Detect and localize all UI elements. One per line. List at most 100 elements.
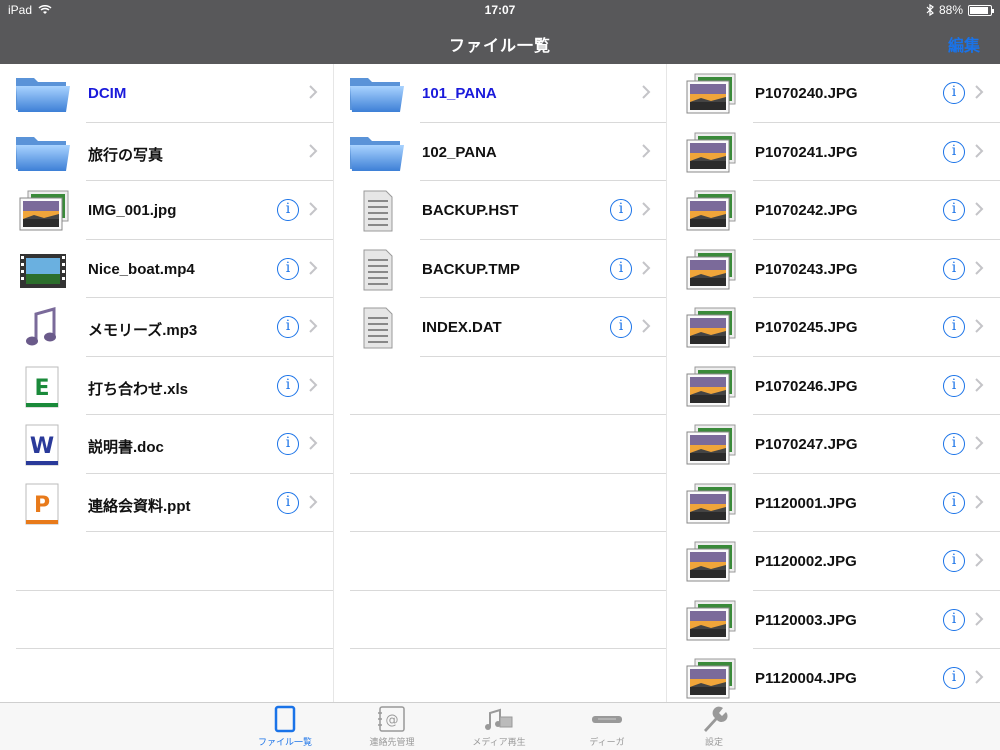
item-label: 101_PANA (422, 85, 497, 102)
item-label: 旅行の写真 (88, 146, 164, 164)
tab-contacts[interactable]: @ 連絡先管理 (347, 705, 437, 750)
tab-label: メディア再生 (472, 737, 526, 747)
info-icon[interactable]: i (943, 316, 965, 338)
list-item[interactable]: 102_PANA (334, 123, 666, 181)
list-item[interactable]: P 連絡会資料.ppt i (0, 474, 333, 532)
chevron-right-icon (974, 83, 984, 101)
item-label: P1070247.JPG (755, 436, 858, 453)
info-icon[interactable]: i (943, 140, 965, 163)
list-item[interactable]: P1070247.JPG i (667, 415, 1000, 474)
item-label: メモリーズ.mp3 (88, 322, 198, 339)
list-item[interactable]: P1070243.JPG i (667, 240, 1000, 298)
empty-row (0, 532, 333, 591)
app-window: iPad 17:07 88% ファイル一覧 編集 DCIM 旅行の写真 IMG_00… (0, 0, 1000, 750)
chevron-right-icon (308, 317, 318, 335)
info-icon[interactable]: i (943, 82, 965, 104)
info-icon[interactable]: i (277, 433, 299, 455)
chevron-right-icon (308, 493, 318, 511)
chevron-right-icon (974, 259, 984, 277)
media-player-icon (485, 708, 513, 730)
tab-media-player[interactable]: メディア再生 (454, 705, 544, 750)
svg-text:@: @ (386, 713, 399, 728)
folder-icon (348, 72, 406, 116)
info-icon[interactable]: i (277, 199, 299, 221)
battery-percent: 88% (938, 3, 963, 17)
list-item[interactable]: P1070245.JPG i (667, 298, 1000, 357)
photo-icon (681, 540, 739, 584)
list-item[interactable]: E 打ち合わせ.xls i (0, 357, 333, 415)
info-icon[interactable]: i (943, 257, 965, 280)
chevron-right-icon (308, 434, 318, 452)
empty-row (334, 415, 666, 474)
list-item[interactable]: W 説明書.doc i (0, 415, 333, 474)
edit-button[interactable]: 編集 (948, 32, 980, 56)
document-icon (348, 248, 406, 292)
list-item[interactable]: DCIM (0, 64, 333, 123)
tab-recorder[interactable]: ディーガ (562, 705, 652, 750)
document-icon (348, 189, 406, 233)
chevron-right-icon (974, 668, 984, 686)
header: iPad 17:07 88% ファイル一覧 編集 (0, 0, 1000, 64)
info-icon[interactable]: i (943, 491, 965, 514)
info-icon[interactable]: i (610, 257, 632, 280)
list-item[interactable]: メモリーズ.mp3 i (0, 298, 333, 357)
list-item[interactable]: BACKUP.HST i (334, 181, 666, 240)
info-icon[interactable]: i (943, 374, 965, 397)
list-item[interactable]: Nice_boat.mp4 i (0, 240, 333, 298)
excel-icon: E (14, 365, 72, 409)
tab-label: 設定 (704, 737, 723, 747)
bluetooth-icon (926, 4, 934, 16)
column-dcim: 101_PANA 102_PANA BACKUP.HST i BACKUP.TMP i IN… (334, 64, 667, 702)
info-icon[interactable]: i (943, 550, 965, 572)
info-icon[interactable]: i (943, 433, 965, 455)
svg-text:E: E (34, 376, 49, 401)
empty-row (0, 591, 333, 649)
info-icon[interactable]: i (610, 199, 632, 221)
chevron-right-icon (641, 83, 651, 101)
info-icon[interactable]: i (943, 199, 965, 221)
folder-icon (14, 72, 72, 116)
info-icon[interactable]: i (277, 316, 299, 338)
music-icon (14, 306, 72, 350)
page-title: ファイル一覧 (448, 38, 551, 55)
list-item[interactable]: INDEX.DAT i (334, 298, 666, 357)
list-item[interactable]: P1120002.JPG i (667, 532, 1000, 591)
info-icon[interactable]: i (943, 667, 965, 689)
list-item[interactable]: 101_PANA (334, 64, 666, 123)
item-label: IMG_001.jpg (88, 202, 177, 219)
chevron-right-icon (974, 142, 984, 160)
list-item[interactable]: P1070246.JPG i (667, 357, 1000, 415)
item-label: P1070246.JPG (755, 377, 858, 395)
item-label: P1070242.JPG (755, 202, 858, 219)
chevron-right-icon (641, 317, 651, 335)
info-icon[interactable]: i (277, 491, 299, 514)
list-item[interactable]: IMG_001.jpg i (0, 181, 333, 240)
photo-icon (681, 72, 739, 116)
info-icon[interactable]: i (943, 608, 965, 631)
tab-label: 連絡先管理 (369, 737, 415, 747)
folder-icon (14, 131, 72, 175)
list-item[interactable]: P1070240.JPG i (667, 64, 1000, 123)
list-item[interactable]: P1070241.JPG i (667, 123, 1000, 181)
info-icon[interactable]: i (277, 374, 299, 397)
chevron-right-icon (974, 317, 984, 335)
info-icon[interactable]: i (610, 316, 632, 338)
chevron-right-icon (974, 434, 984, 452)
list-item[interactable]: P1120003.JPG i (667, 591, 1000, 649)
chevron-right-icon (974, 200, 984, 218)
tab-settings[interactable]: 設定 (669, 705, 759, 750)
item-label: P1120003.JPG (755, 611, 857, 629)
list-item[interactable]: 旅行の写真 (0, 123, 333, 181)
chevron-right-icon (308, 376, 318, 394)
tab-file-list[interactable]: ファイル一覧 (240, 705, 330, 750)
item-label: P1120004.JPG (755, 670, 857, 687)
recorder-icon (592, 716, 622, 723)
item-label: P1120002.JPG (755, 553, 857, 570)
list-item[interactable]: P1120001.JPG i (667, 474, 1000, 532)
list-item[interactable]: P1070242.JPG i (667, 181, 1000, 240)
empty-row (334, 357, 666, 415)
list-item[interactable]: BACKUP.TMP i (334, 240, 666, 298)
info-icon[interactable]: i (277, 257, 299, 280)
list-item[interactable]: P1120004.JPG i (667, 649, 1000, 702)
word-icon: W (14, 423, 72, 467)
